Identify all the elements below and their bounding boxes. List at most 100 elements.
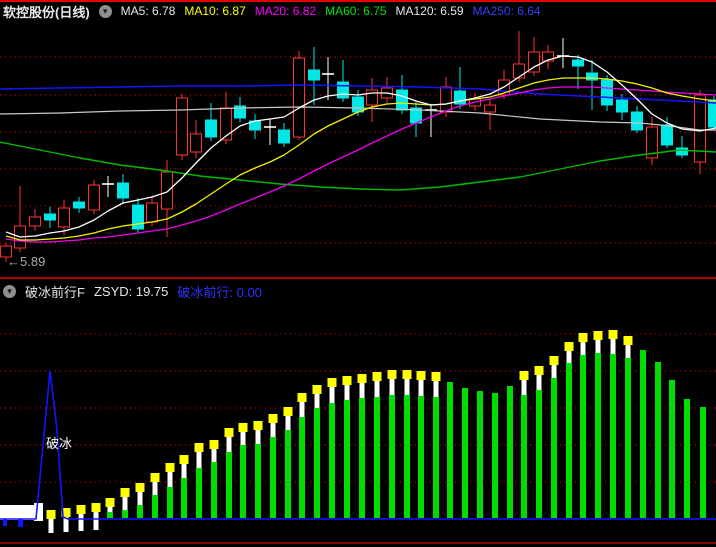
candle — [190, 133, 202, 153]
indicator-bar-stem — [152, 481, 158, 495]
indicator-name: 破冰前行F — [25, 284, 85, 300]
ma250-readout: MA250: 6.64 — [472, 4, 541, 18]
indicator-bar-green — [640, 350, 646, 518]
indicator-bar-green — [137, 505, 143, 518]
indicator-bar-green — [389, 395, 395, 518]
indicator-bar-cap — [165, 463, 175, 472]
ma10-readout: MA10: 6.87 — [184, 4, 246, 18]
sub-indicator-header: ▾ 破冰前行F ZSYD: 19.75 破冰前行: 0.00 — [3, 282, 262, 300]
indicator-bar-stem — [404, 378, 410, 395]
indicator-bar-green — [374, 397, 380, 518]
indicator-bar-stem — [566, 350, 572, 363]
indicator-bar-cap — [387, 370, 397, 379]
indicator-bar-cap — [549, 356, 559, 365]
chevron-down-icon[interactable]: ▾ — [98, 4, 112, 18]
indicator-bar-cap — [372, 372, 382, 381]
indicator-bar-cap — [46, 510, 56, 519]
indicator-bar-cap — [150, 473, 160, 482]
indicator-bar-cap — [253, 421, 263, 430]
indicator-bar-green — [255, 444, 261, 518]
indicator-bar-cap — [357, 374, 367, 383]
indicator-bar-green — [610, 354, 616, 518]
zsyd-readout: ZSYD: 19.75 — [93, 283, 169, 299]
indicator-bar-green — [536, 390, 542, 518]
candle — [278, 129, 290, 144]
indicator-bar-stem — [226, 436, 232, 452]
candle — [676, 147, 688, 156]
candle — [220, 107, 232, 141]
indicator-bar-stem — [167, 471, 173, 487]
indicator-bar-green — [344, 400, 350, 518]
indicator-bar-cap — [534, 366, 544, 375]
indicator-bar-stem — [285, 415, 291, 430]
indicator-bar-stem — [270, 422, 276, 437]
chevron-down-icon[interactable]: ▾ — [3, 284, 16, 298]
indicator-bar-stem — [314, 393, 320, 408]
main-chart-header: 软控股份(日线) ▾ MA5: 6.78 MA10: 6.87 MA20: 6.… — [3, 2, 541, 20]
indicator-bar-stem — [240, 431, 246, 445]
indicator-bar-stem — [48, 518, 54, 533]
indicator-bar-cap — [283, 407, 293, 416]
candle — [58, 207, 70, 228]
indicator-bar-green — [551, 378, 557, 518]
indicator-bar-stem — [299, 401, 305, 417]
candle — [73, 201, 85, 209]
indicator-bar-green — [314, 408, 320, 518]
indicator-bar-stem — [536, 374, 542, 390]
indicator-bar-cap — [91, 503, 101, 512]
indicator-bar-green — [211, 462, 217, 518]
indicator-bar-green — [492, 393, 498, 518]
candle — [601, 79, 613, 106]
indicator-bar-cap — [608, 330, 618, 339]
indicator-white-block — [0, 505, 35, 520]
stock-title: 软控股份(日线) — [3, 4, 90, 20]
indicator-bar-green — [270, 437, 276, 518]
indicator-bar-stem — [374, 380, 380, 397]
candle — [293, 57, 305, 138]
candle — [352, 96, 364, 113]
ma20-readout: MA20: 6.82 — [254, 4, 317, 18]
indicator-bar-green — [477, 391, 483, 518]
chart-canvas[interactable] — [0, 0, 716, 547]
candle — [616, 99, 628, 113]
indicator-bar-stem — [610, 338, 616, 354]
indicator-bar-green — [433, 397, 439, 518]
indicator-bar-cap — [120, 488, 130, 497]
indicator-blue-tick — [3, 519, 7, 526]
indicator-bar-green — [167, 487, 173, 518]
indicator-bar-stem — [359, 382, 365, 398]
breakout-signal-label: 破冰 — [46, 436, 73, 451]
candle — [117, 182, 129, 199]
indicator-bar-stem — [196, 451, 202, 468]
candle — [146, 202, 158, 223]
indicator-bar-green — [404, 395, 410, 518]
indicator-bar-cap — [76, 505, 86, 514]
indicator-bar-green — [122, 510, 128, 518]
indicator-bar-green — [418, 396, 424, 518]
indicator-bar-cap — [564, 342, 574, 351]
candle — [308, 69, 320, 81]
indicator-bar-cap — [342, 376, 352, 385]
line-readout: 破冰前行: 0.00 — [177, 284, 262, 300]
indicator-zero-line — [0, 370, 716, 520]
indicator-bar-stem — [521, 379, 527, 395]
indicator-bar-green — [447, 382, 453, 518]
candle — [396, 89, 408, 111]
indicator-bar-green — [625, 358, 631, 518]
indicator-bar-cap — [402, 370, 412, 379]
indicator-bar-stem — [344, 384, 350, 400]
indicator-bar-green — [669, 380, 675, 518]
indicator-bar-green — [566, 363, 572, 518]
indicator-bar-green — [226, 452, 232, 518]
ma120-readout: MA120: 6.59 — [395, 4, 464, 18]
ma-line-ma60 — [0, 141, 716, 191]
indicator-bar-green — [107, 512, 113, 518]
candle — [205, 119, 217, 138]
candle — [29, 216, 41, 227]
indicator-bar-cap — [519, 371, 529, 380]
indicator-bar-stem — [389, 378, 395, 395]
indicator-bar-green — [580, 355, 586, 518]
indicator-bar-cap — [105, 498, 115, 507]
indicator-bar-stem — [418, 379, 424, 396]
indicator-bar-green — [359, 398, 365, 518]
